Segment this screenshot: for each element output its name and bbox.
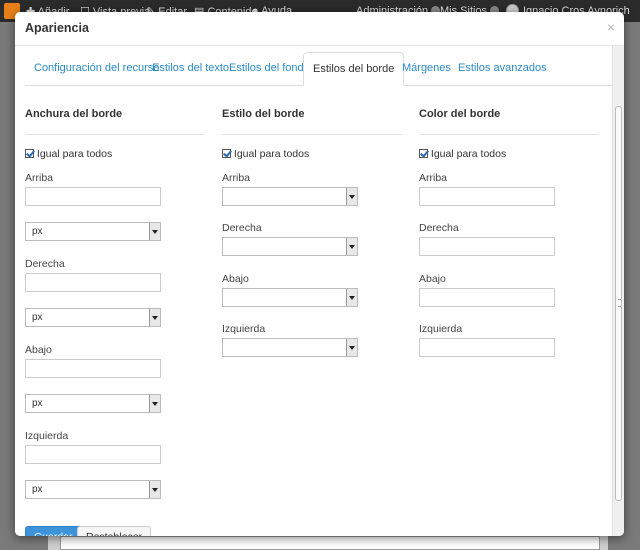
color-top-label: Arriba — [419, 172, 448, 184]
color-same-for-all[interactable]: Igual para todos — [419, 148, 506, 160]
style-same-for-all[interactable]: Igual para todos — [222, 148, 309, 160]
divider — [25, 134, 205, 135]
width-top-input[interactable] — [25, 187, 161, 206]
style-right-label: Derecha — [222, 222, 262, 234]
color-right-input[interactable] — [419, 237, 555, 256]
border-style-title: Estilo del borde — [222, 108, 305, 120]
color-left-input[interactable] — [419, 338, 555, 357]
divider — [222, 134, 402, 135]
width-top-unit-select[interactable]: px — [25, 222, 161, 241]
border-width-title: Anchura del borde — [25, 108, 123, 120]
style-top-label: Arriba — [222, 172, 251, 184]
tab-bar: Configuración del recurso Estilos del te… — [25, 52, 615, 86]
width-left-unit-select[interactable]: px — [25, 480, 161, 499]
color-same-checkbox[interactable] — [419, 149, 428, 158]
dialog-title: Apariencia — [25, 21, 89, 35]
tab-border-styles[interactable]: Estilos del borde — [303, 52, 405, 86]
chevron-down-icon — [149, 223, 160, 240]
color-bottom-label: Abajo — [419, 273, 446, 285]
color-same-label: Igual para todos — [430, 148, 507, 160]
width-left-label: Izquierda — [25, 430, 69, 442]
width-top-unit: px — [32, 226, 43, 237]
border-color-column: Color del borde Igual para todos Arriba … — [419, 108, 599, 357]
style-bottom-select[interactable] — [222, 288, 358, 307]
width-same-label: Igual para todos — [36, 148, 113, 160]
width-top-label: Arriba — [25, 172, 54, 184]
grip-icon — [618, 299, 621, 307]
width-bottom-label: Abajo — [25, 344, 52, 356]
width-right-unit-select[interactable]: px — [25, 308, 161, 327]
width-same-for-all[interactable]: Igual para todos — [25, 148, 112, 160]
color-right-label: Derecha — [419, 222, 459, 234]
border-style-column: Estilo del borde Igual para todos Arriba… — [222, 108, 402, 357]
scrollbar-thumb[interactable] — [615, 106, 622, 501]
color-top-input[interactable] — [419, 187, 555, 206]
dialog-scrollbar[interactable] — [612, 46, 624, 536]
save-button[interactable]: Guardar — [25, 526, 82, 536]
color-bottom-input[interactable] — [419, 288, 555, 307]
chevron-down-icon — [346, 238, 357, 255]
style-left-label: Izquierda — [222, 323, 266, 335]
width-left-unit: px — [32, 484, 43, 495]
chevron-down-icon — [346, 339, 357, 356]
chevron-down-icon — [346, 188, 357, 205]
style-bottom-label: Abajo — [222, 273, 249, 285]
chevron-down-icon — [149, 481, 160, 498]
reset-button[interactable]: Restablecer — [77, 526, 152, 536]
width-left-input[interactable] — [25, 445, 161, 464]
style-same-checkbox[interactable] — [222, 149, 231, 158]
color-left-label: Izquierda — [419, 323, 463, 335]
style-left-select[interactable] — [222, 338, 358, 357]
width-right-input[interactable] — [25, 273, 161, 292]
chevron-down-icon — [149, 309, 160, 326]
width-bottom-unit: px — [32, 398, 43, 409]
style-same-label: Igual para todos — [233, 148, 310, 160]
page-footer-area — [60, 536, 600, 550]
width-same-checkbox[interactable] — [25, 149, 34, 158]
width-right-label: Derecha — [25, 258, 65, 270]
appearance-dialog: Apariencia × Configuración del recurso E… — [15, 12, 624, 536]
tab-advanced-styles[interactable]: Estilos avanzados — [449, 52, 556, 86]
style-top-select[interactable] — [222, 187, 358, 206]
border-width-column: Anchura del borde Igual para todos Arrib… — [25, 108, 205, 499]
width-bottom-unit-select[interactable]: px — [25, 394, 161, 413]
dialog-header: Apariencia × — [15, 12, 624, 46]
chevron-down-icon — [346, 289, 357, 306]
divider — [419, 134, 599, 135]
style-right-select[interactable] — [222, 237, 358, 256]
close-icon[interactable]: × — [607, 19, 615, 35]
border-color-title: Color del borde — [419, 108, 501, 120]
width-right-unit: px — [32, 312, 43, 323]
chevron-down-icon — [149, 395, 160, 412]
width-bottom-input[interactable] — [25, 359, 161, 378]
